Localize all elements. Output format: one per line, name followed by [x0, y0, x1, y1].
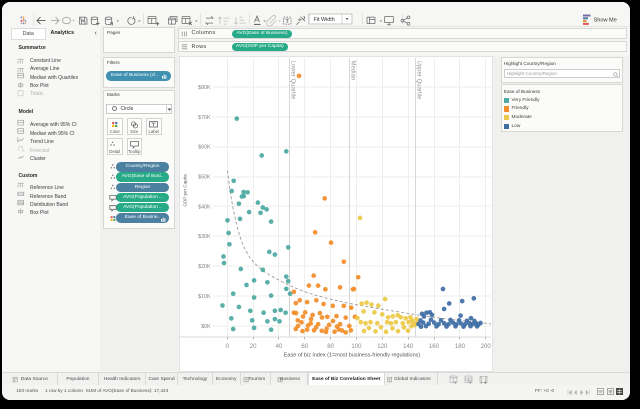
svg-text:100: 100 — [351, 342, 362, 349]
svg-text:120: 120 — [377, 342, 388, 349]
svg-text:$60K: $60K — [198, 144, 211, 150]
svg-text:$0K: $0K — [201, 323, 211, 329]
svg-text:$40K: $40K — [198, 204, 211, 210]
svg-text:0: 0 — [226, 342, 230, 349]
svg-text:$10K: $10K — [198, 293, 211, 299]
svg-text:140: 140 — [403, 342, 414, 349]
svg-text:Ease of biz index (1=most busi: Ease of biz index (1=most business-frien… — [284, 352, 421, 358]
svg-text:Upper Quartile: Upper Quartile — [415, 60, 421, 100]
svg-text:Median: Median — [350, 60, 356, 80]
svg-text:$80K: $80K — [198, 85, 211, 91]
svg-text:Show Me: Show Me — [594, 17, 617, 23]
svg-text:Fit Width: Fit Width — [314, 17, 335, 23]
svg-text:Lower Quartile: Lower Quartile — [289, 60, 295, 100]
svg-text:200: 200 — [481, 342, 492, 349]
svg-text:60: 60 — [301, 342, 308, 349]
svg-text:$50K: $50K — [198, 174, 211, 180]
svg-text:80: 80 — [327, 342, 334, 349]
svg-text:160: 160 — [429, 342, 440, 349]
svg-text:20: 20 — [250, 342, 257, 349]
svg-text:40: 40 — [276, 342, 283, 349]
svg-text:GDP per Capita: GDP per Capita — [182, 173, 187, 206]
svg-text:$30K: $30K — [198, 234, 211, 240]
svg-text:180: 180 — [455, 342, 466, 349]
svg-text:$20K: $20K — [198, 264, 211, 270]
svg-text:$70K: $70K — [198, 114, 211, 120]
